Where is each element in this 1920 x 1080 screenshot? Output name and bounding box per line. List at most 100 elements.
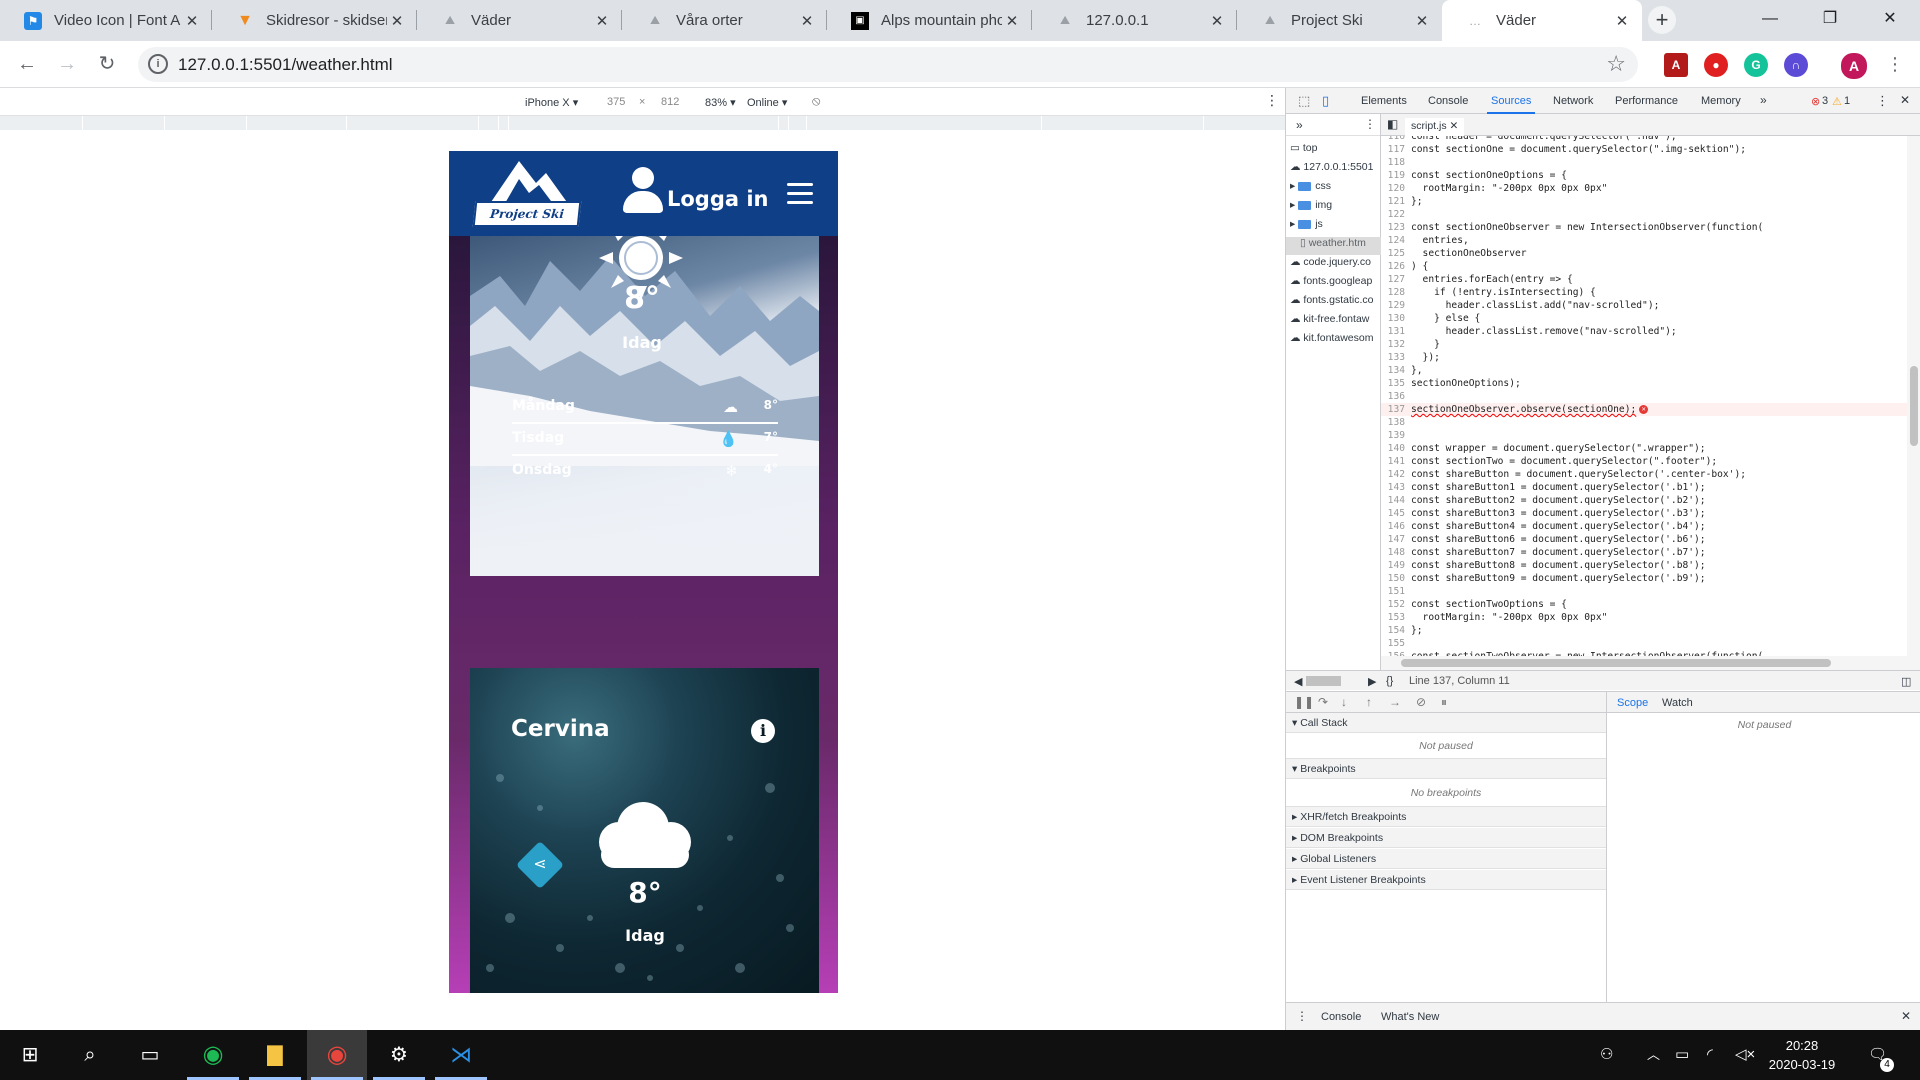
acrobat-extension-icon[interactable]: A	[1664, 53, 1688, 77]
error-count[interactable]: 3	[1822, 95, 1828, 107]
back-button[interactable]: ←	[12, 49, 42, 79]
code-line[interactable]: 121};	[1381, 195, 1916, 208]
drawer-close-icon[interactable]: ✕	[1901, 1009, 1911, 1023]
step-into-icon[interactable]: ↓	[1341, 695, 1347, 709]
code-text[interactable]: const sectionOneObserver = new Intersect…	[1411, 222, 1763, 233]
tab-project-ski[interactable]: ⛰ Project Ski ✕	[1237, 0, 1442, 41]
scroll-left-icon[interactable]: ◀	[1294, 675, 1302, 688]
tab-localhost[interactable]: ⛰ 127.0.0.1 ✕	[1032, 0, 1237, 41]
editor-tab-script-js[interactable]: script.js ✕	[1405, 118, 1465, 136]
url-text[interactable]: 127.0.0.1:5501/weather.html	[178, 55, 393, 75]
tree-item-js[interactable]: ▸ js	[1290, 218, 1323, 236]
code-line[interactable]: 142 const shareButton = document.querySel…	[1381, 468, 1916, 481]
code-text[interactable]: header.classList.remove("nav-scrolled");	[1411, 326, 1677, 337]
code-line[interactable]: 134},	[1381, 364, 1916, 377]
line-number[interactable]: 149	[1381, 559, 1411, 572]
line-number[interactable]: 133	[1381, 351, 1411, 364]
search-icon[interactable]: ⌕	[60, 1030, 120, 1080]
line-number[interactable]: 128	[1381, 286, 1411, 299]
tree-item-css[interactable]: ▸ css	[1290, 180, 1331, 198]
tree-item-top[interactable]: ▭ top	[1290, 142, 1317, 160]
code-line[interactable]: 150 const shareButton9 = document.querySe…	[1381, 572, 1916, 585]
adblock-extension-icon[interactable]: ●	[1704, 53, 1728, 77]
code-line[interactable]: 147 const shareButton6 = document.querySe…	[1381, 533, 1916, 546]
editor-horizontal-scrollbar[interactable]	[1381, 656, 1920, 670]
tab-vara-orter[interactable]: ⛰ Våra orter ✕	[622, 0, 827, 41]
tab-alps-mountain[interactable]: ▣ Alps mountain pho ✕	[827, 0, 1032, 41]
line-number[interactable]: 130	[1381, 312, 1411, 325]
code-line[interactable]: 129 header.classList.add("nav-scrolled")…	[1381, 299, 1916, 312]
profile-avatar[interactable]: A	[1841, 53, 1867, 79]
tree-item-weather-html[interactable]: ▯ weather.htm	[1286, 237, 1381, 255]
show-hidden-icons-icon[interactable]: ︿	[1647, 1030, 1660, 1080]
address-bar[interactable]: i 127.0.0.1:5501/weather.html ☆	[138, 47, 1638, 82]
editor-vertical-scrollbar[interactable]	[1907, 136, 1920, 656]
code-text[interactable]: if (!entry.isIntersecting) {	[1411, 287, 1596, 298]
device-toggle-icon[interactable]: ▯	[1322, 93, 1329, 109]
code-text[interactable]: const shareButton = document.querySelect…	[1411, 469, 1746, 480]
network-select[interactable]: Online ▾	[747, 96, 787, 109]
code-line[interactable]: 116 const header = document.querySelector…	[1381, 136, 1916, 143]
code-line[interactable]: 123 const sectionOneObserver = new Inters…	[1381, 221, 1916, 234]
line-number[interactable]: 121	[1381, 195, 1411, 208]
tab-scope[interactable]: Scope	[1617, 697, 1648, 709]
code-text[interactable]: },	[1411, 365, 1423, 376]
windows-start-icon[interactable]: ⊞	[0, 1030, 60, 1080]
line-number[interactable]: 117	[1381, 143, 1411, 156]
deactivate-breakpoints-icon[interactable]: ⊘	[1416, 695, 1426, 709]
line-number[interactable]: 155	[1381, 637, 1411, 650]
pause-icon[interactable]: ❚❚	[1294, 695, 1314, 709]
tree-item-kit-fontawesome[interactable]: ☁ kit.fontawesom	[1290, 332, 1373, 350]
code-line[interactable]: 149 const shareButton8 = document.querySe…	[1381, 559, 1916, 572]
code-line[interactable]: 130 } else {	[1381, 312, 1916, 325]
code-line[interactable]: 119 const sectionOneOptions = {	[1381, 169, 1916, 182]
zoom-select[interactable]: 83% ▾	[705, 96, 736, 109]
tab-video-icon[interactable]: ⚑ Video Icon | Font A ✕	[0, 0, 212, 41]
close-icon[interactable]: ✕	[1450, 120, 1459, 132]
reload-button[interactable]: ↻	[92, 49, 122, 79]
tree-item-host[interactable]: ☁ 127.0.0.1:5501	[1290, 161, 1374, 179]
line-number[interactable]: 139	[1381, 429, 1411, 442]
code-text[interactable]: const sectionOne = document.querySelecto…	[1411, 144, 1746, 155]
line-number[interactable]: 136	[1381, 390, 1411, 403]
tree-item-kit-free[interactable]: ☁ kit-free.fontaw	[1290, 313, 1369, 331]
line-number[interactable]: 126	[1381, 260, 1411, 273]
line-number[interactable]: 147	[1381, 533, 1411, 546]
chrome-menu-icon[interactable]: ⋮	[1880, 49, 1910, 79]
tab-memory[interactable]: Memory	[1701, 95, 1741, 107]
close-icon[interactable]: ✕	[1207, 12, 1227, 30]
tab-console[interactable]: Console	[1428, 95, 1468, 107]
user-icon[interactable]	[623, 167, 663, 213]
step-out-icon[interactable]: ↑	[1366, 695, 1372, 709]
volume-icon[interactable]: ◁×	[1735, 1030, 1755, 1080]
line-number[interactable]: 151	[1381, 585, 1411, 598]
notifications-icon[interactable]: 🗨	[1868, 1030, 1887, 1080]
file-explorer-icon[interactable]: ▇	[245, 1030, 305, 1080]
pretty-print-icon[interactable]: {}	[1386, 675, 1393, 687]
close-window-button[interactable]: ✕	[1860, 0, 1920, 41]
code-text[interactable]: sectionOneObserver.observe(sectionOne);	[1411, 404, 1636, 415]
code-text[interactable]: entries.forEach(entry => {	[1411, 274, 1573, 285]
line-number[interactable]: 116	[1381, 136, 1411, 143]
info-icon[interactable]: i	[751, 719, 775, 743]
share-button[interactable]: ⋖	[515, 840, 565, 890]
code-line[interactable]: 125 sectionOneObserver	[1381, 247, 1916, 260]
devtools-menu-icon[interactable]: ⋮	[1876, 93, 1889, 109]
code-line[interactable]: 140 const wrapper = document.querySelecto…	[1381, 442, 1916, 455]
code-line[interactable]: 120 rootMargin: "-200px 0px 0px 0px"	[1381, 182, 1916, 195]
code-text[interactable]: const header = document.querySelector(".…	[1411, 136, 1677, 142]
line-number[interactable]: 146	[1381, 520, 1411, 533]
code-text[interactable]: const shareButton8 = document.querySelec…	[1411, 560, 1706, 571]
maximize-button[interactable]: ❐	[1800, 0, 1860, 41]
code-text[interactable]: const shareButton4 = document.querySelec…	[1411, 521, 1706, 532]
code-text[interactable]: }	[1411, 339, 1440, 350]
vscode-icon[interactable]: ⋊	[431, 1030, 491, 1080]
site-info-icon[interactable]: i	[148, 54, 168, 74]
close-icon[interactable]: ✕	[592, 12, 612, 30]
battery-icon[interactable]: ▭	[1675, 1030, 1689, 1080]
code-text[interactable]: const wrapper = document.querySelector("…	[1411, 443, 1706, 454]
line-number[interactable]: 153	[1381, 611, 1411, 624]
forward-button[interactable]: →	[52, 49, 82, 79]
code-line[interactable]: 146 const shareButton4 = document.querySe…	[1381, 520, 1916, 533]
line-number[interactable]: 125	[1381, 247, 1411, 260]
